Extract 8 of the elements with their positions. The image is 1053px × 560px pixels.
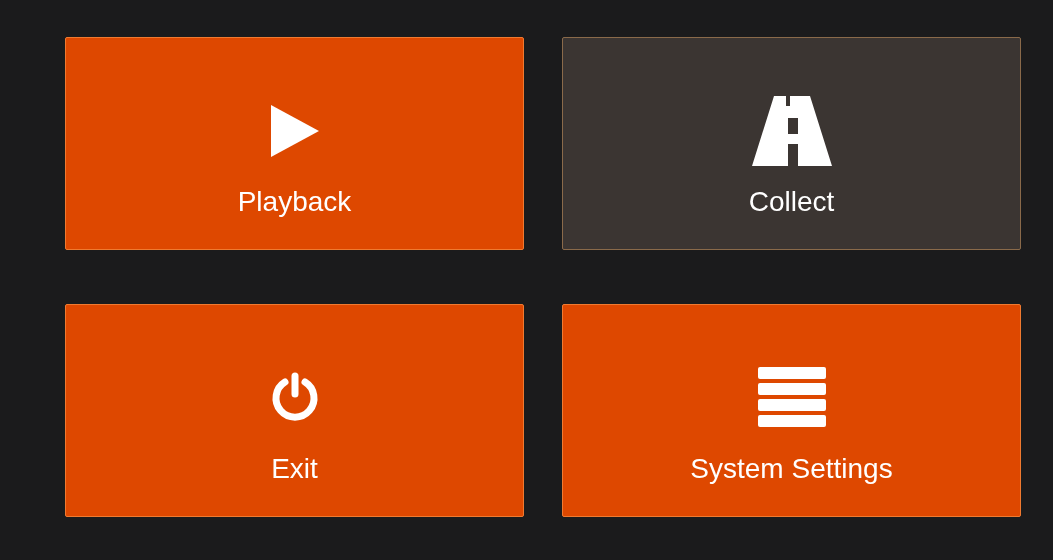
menu-tile[interactable]: Playback — [65, 37, 524, 250]
menu-tile[interactable]: System Settings — [562, 304, 1021, 517]
menu-tile[interactable]: Exit — [65, 304, 524, 517]
play-icon — [268, 103, 321, 159]
power-icon — [270, 372, 319, 424]
menu-icon — [757, 367, 826, 429]
road-icon — [751, 96, 832, 166]
menu-tile[interactable]: Collect — [562, 37, 1021, 250]
